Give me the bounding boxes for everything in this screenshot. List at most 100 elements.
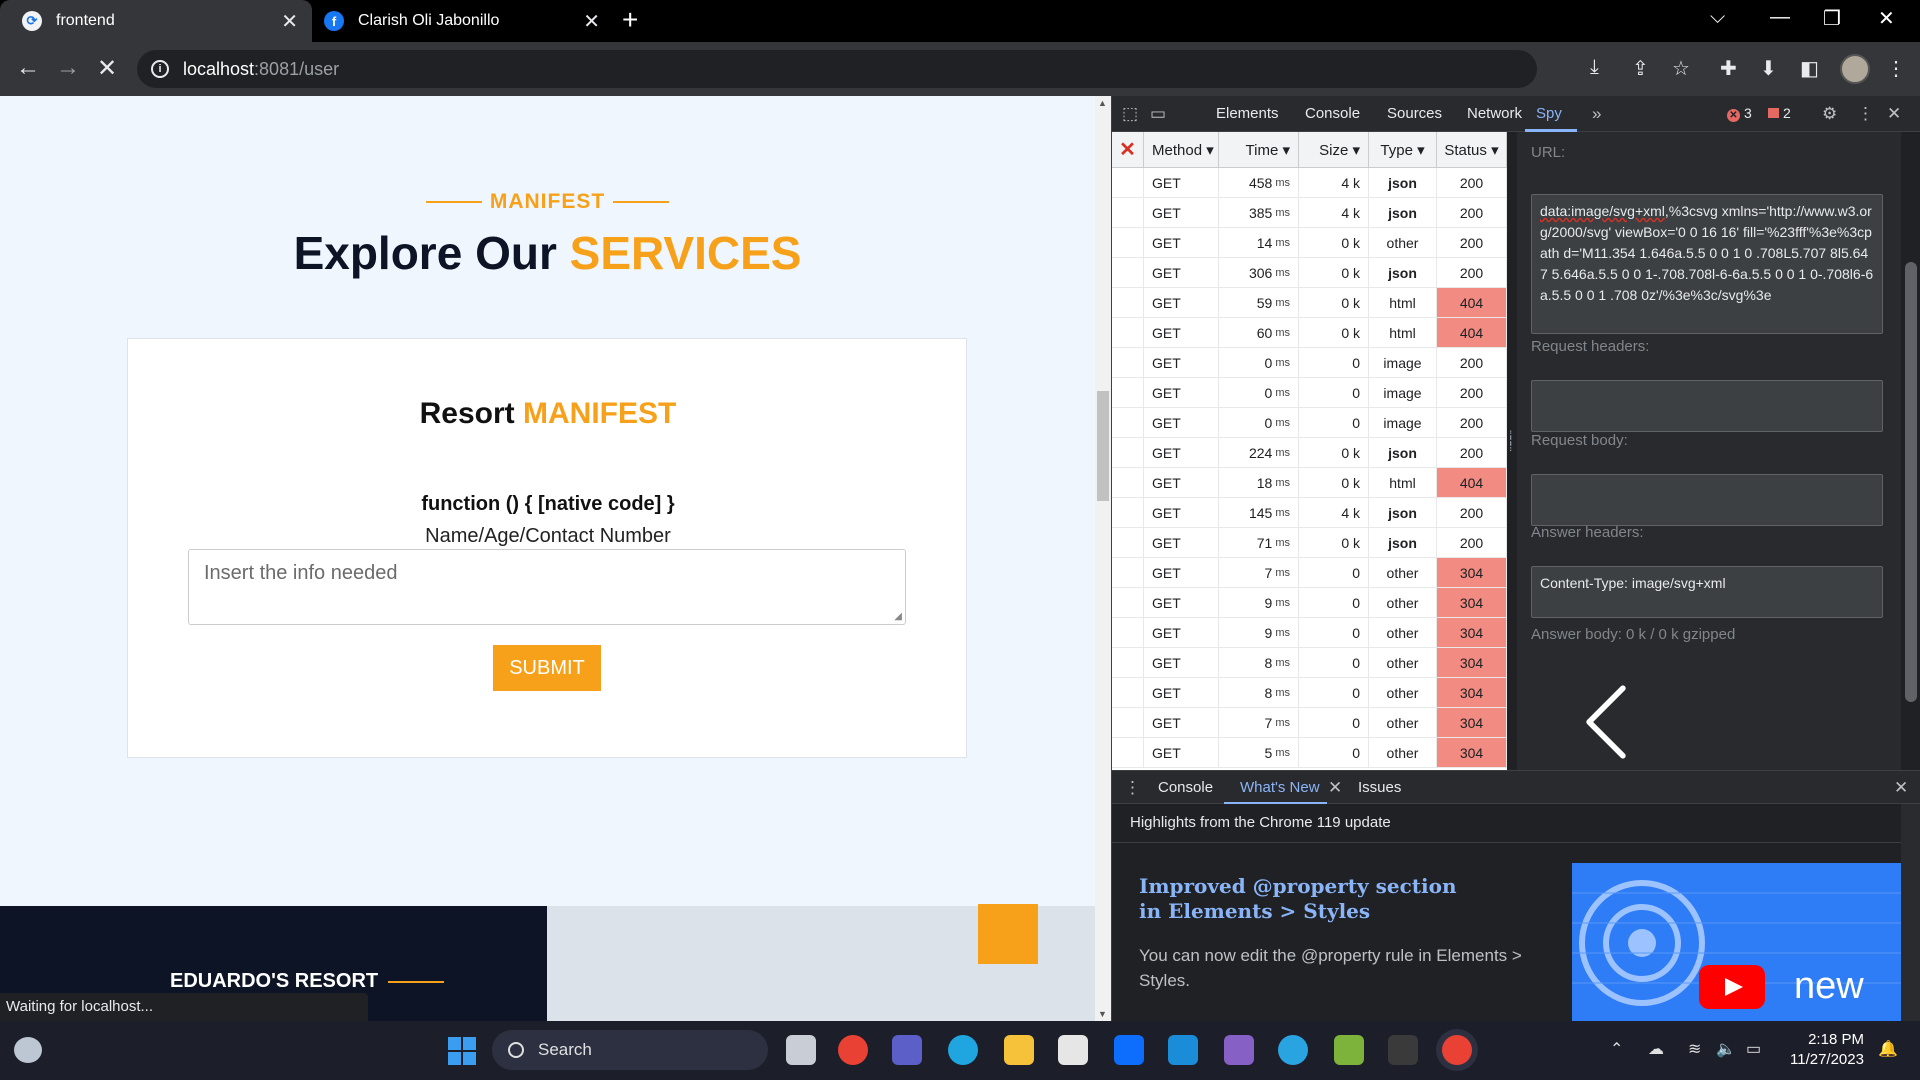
table-row[interactable]: GET 7 ms 0 other 304 [1112, 708, 1507, 738]
new-tab-button[interactable]: + [622, 4, 638, 36]
tab-elements[interactable]: Elements [1216, 105, 1279, 122]
chrome-taskbar-icon[interactable] [838, 1035, 868, 1065]
restore-button[interactable]: ❐ [1823, 6, 1841, 31]
menu-kebab-icon[interactable]: ⋮ [1886, 56, 1906, 81]
drawer-tab-issues[interactable]: Issues [1358, 779, 1401, 796]
close-tab-icon[interactable]: ✕ [281, 9, 298, 34]
table-row[interactable]: GET 18 ms 0 k html 404 [1112, 468, 1507, 498]
mysql-icon[interactable] [1278, 1035, 1308, 1065]
more-tabs-chevron-icon[interactable]: » [1592, 104, 1601, 124]
teams-icon[interactable] [892, 1035, 922, 1065]
terminal-icon[interactable] [1388, 1035, 1418, 1065]
device-toolbar-icon[interactable]: ▭ [1150, 104, 1166, 124]
edge-icon[interactable] [948, 1035, 978, 1065]
onedrive-icon[interactable]: ☁ [1648, 1039, 1664, 1059]
devtools-menu-icon[interactable]: ⋮ [1857, 104, 1874, 124]
page-scroll-thumb[interactable] [1097, 391, 1109, 501]
taskbar-search[interactable]: Search [492, 1030, 768, 1070]
site-info-icon[interactable]: i [151, 60, 169, 78]
spy-splitter[interactable]: ⁞ ⁞ ⁞ [1508, 132, 1516, 770]
close-devtools-icon[interactable]: ✕ [1887, 104, 1901, 124]
issue-count-badge[interactable]: 2 [1768, 105, 1791, 121]
drawer-tab-whats-new[interactable]: What's New [1240, 779, 1320, 796]
back-arrow-icon[interactable]: ← [16, 54, 40, 82]
start-button[interactable] [448, 1037, 476, 1065]
tab-facebook[interactable]: f Clarish Oli Jabonillo ✕ [312, 0, 614, 42]
table-row[interactable]: GET 14 ms 0 k other 200 [1112, 228, 1507, 258]
table-row[interactable]: GET 5 ms 0 other 304 [1112, 738, 1507, 768]
close-tab-icon[interactable]: ✕ [583, 9, 600, 34]
drawer-menu-icon[interactable]: ⋮ [1124, 778, 1141, 798]
inspect-element-icon[interactable]: ⬚ [1122, 104, 1138, 124]
taskbar-clock[interactable]: 2:18 PM 11/27/2023 [1790, 1030, 1864, 1070]
submit-button[interactable]: SUBMIT [493, 645, 601, 691]
table-row[interactable]: GET 9 ms 0 other 304 [1112, 618, 1507, 648]
table-row[interactable]: GET 385 ms 4 k json 200 [1112, 198, 1507, 228]
drawer-tab-console[interactable]: Console [1158, 779, 1213, 796]
file-explorer-icon[interactable] [1004, 1035, 1034, 1065]
answer-headers-textarea[interactable]: Content-Type: image/svg+xml [1531, 566, 1883, 618]
table-row[interactable]: GET 224 ms 0 k json 200 [1112, 438, 1507, 468]
drawer-scrollbar[interactable] [1901, 804, 1920, 1021]
settings-gear-icon[interactable]: ⚙ [1822, 104, 1837, 124]
tab-frontend[interactable]: ⟳ frontend ✕ [0, 0, 312, 42]
android-studio-icon[interactable] [1334, 1035, 1364, 1065]
volume-icon[interactable]: 🔈 [1716, 1039, 1736, 1059]
notification-bell-icon[interactable]: 🔔 [1878, 1039, 1898, 1059]
url-textarea[interactable]: data:image/svg+xml,%3csvg xmlns='http://… [1531, 194, 1883, 334]
error-count-badge[interactable]: ✕ 3 [1727, 105, 1752, 122]
url-field[interactable]: i localhost:8081/user [137, 50, 1537, 88]
info-textarea[interactable]: Insert the info needed ◢ [188, 549, 906, 625]
video-thumbnail[interactable]: new [1572, 863, 1901, 1021]
table-row[interactable]: GET 306 ms 0 k json 200 [1112, 258, 1507, 288]
scroll-up-icon[interactable]: ▲ [1098, 98, 1107, 108]
table-row[interactable]: GET 0 ms 0 image 200 [1112, 348, 1507, 378]
tray-overflow-icon[interactable]: ⌃ [1610, 1039, 1623, 1059]
downloads-icon[interactable]: ⬇ [1760, 56, 1777, 81]
stop-loading-icon[interactable]: ✕ [97, 54, 117, 83]
feature-title-link[interactable]: Improved @property section in Elements >… [1139, 874, 1469, 924]
extensions-puzzle-icon[interactable]: ✚ [1720, 56, 1737, 81]
tab-spy[interactable]: Spy [1536, 105, 1562, 122]
scroll-down-icon[interactable]: ▼ [1098, 1009, 1107, 1019]
table-row[interactable]: GET 8 ms 0 other 304 [1112, 648, 1507, 678]
share-icon[interactable]: ⇪ [1632, 56, 1649, 81]
page-scrollbar[interactable]: ▲ ▼ [1095, 96, 1111, 1021]
spy-scroll-thumb[interactable] [1905, 262, 1917, 702]
table-row[interactable]: GET 7 ms 0 other 304 [1112, 558, 1507, 588]
col-size[interactable]: Size ▾ [1299, 132, 1369, 167]
request-body-textarea[interactable] [1531, 474, 1883, 526]
table-row[interactable]: GET 9 ms 0 other 304 [1112, 588, 1507, 618]
chrome-profile-taskbar-icon[interactable] [1442, 1035, 1472, 1065]
tab-sources[interactable]: Sources [1387, 105, 1442, 122]
install-app-icon[interactable]: ⤓ [1590, 56, 1599, 79]
forward-arrow-icon[interactable]: → [56, 54, 80, 82]
minimize-button[interactable]: — [1770, 6, 1790, 29]
profile-avatar[interactable] [1840, 54, 1870, 84]
table-row[interactable]: GET 0 ms 0 image 200 [1112, 408, 1507, 438]
side-panel-icon[interactable]: ◧ [1800, 56, 1819, 81]
visual-studio-icon[interactable] [1224, 1035, 1254, 1065]
resize-grip-icon[interactable]: ◢ [894, 611, 902, 622]
splitter-grip-icon[interactable]: ⁞ ⁞ ⁞ [1509, 429, 1512, 453]
request-headers-textarea[interactable] [1531, 380, 1883, 432]
battery-icon[interactable]: ▭ [1746, 1039, 1761, 1059]
task-view-icon[interactable] [786, 1035, 816, 1065]
clear-requests-icon[interactable]: ✕ [1112, 132, 1144, 167]
tab-console[interactable]: Console [1305, 105, 1360, 122]
table-row[interactable]: GET 60 ms 0 k html 404 [1112, 318, 1507, 348]
table-row[interactable]: GET 59 ms 0 k html 404 [1112, 288, 1507, 318]
bookmark-star-icon[interactable]: ☆ [1672, 56, 1690, 81]
youtube-play-icon[interactable] [1699, 965, 1765, 1009]
table-row[interactable]: GET 8 ms 0 other 304 [1112, 678, 1507, 708]
col-time[interactable]: Time ▾ [1219, 132, 1299, 167]
col-type[interactable]: Type ▾ [1369, 132, 1437, 167]
close-whats-new-icon[interactable]: ✕ [1328, 778, 1342, 798]
table-row[interactable]: GET 145 ms 4 k json 200 [1112, 498, 1507, 528]
table-row[interactable]: GET 458 ms 4 k json 200 [1112, 168, 1507, 198]
spy-scrollbar[interactable] [1901, 132, 1920, 770]
close-window-button[interactable]: ✕ [1878, 6, 1895, 31]
dropbox-icon[interactable] [1114, 1035, 1144, 1065]
col-status[interactable]: Status ▾ [1437, 132, 1507, 167]
vscode-icon[interactable] [1168, 1035, 1198, 1065]
